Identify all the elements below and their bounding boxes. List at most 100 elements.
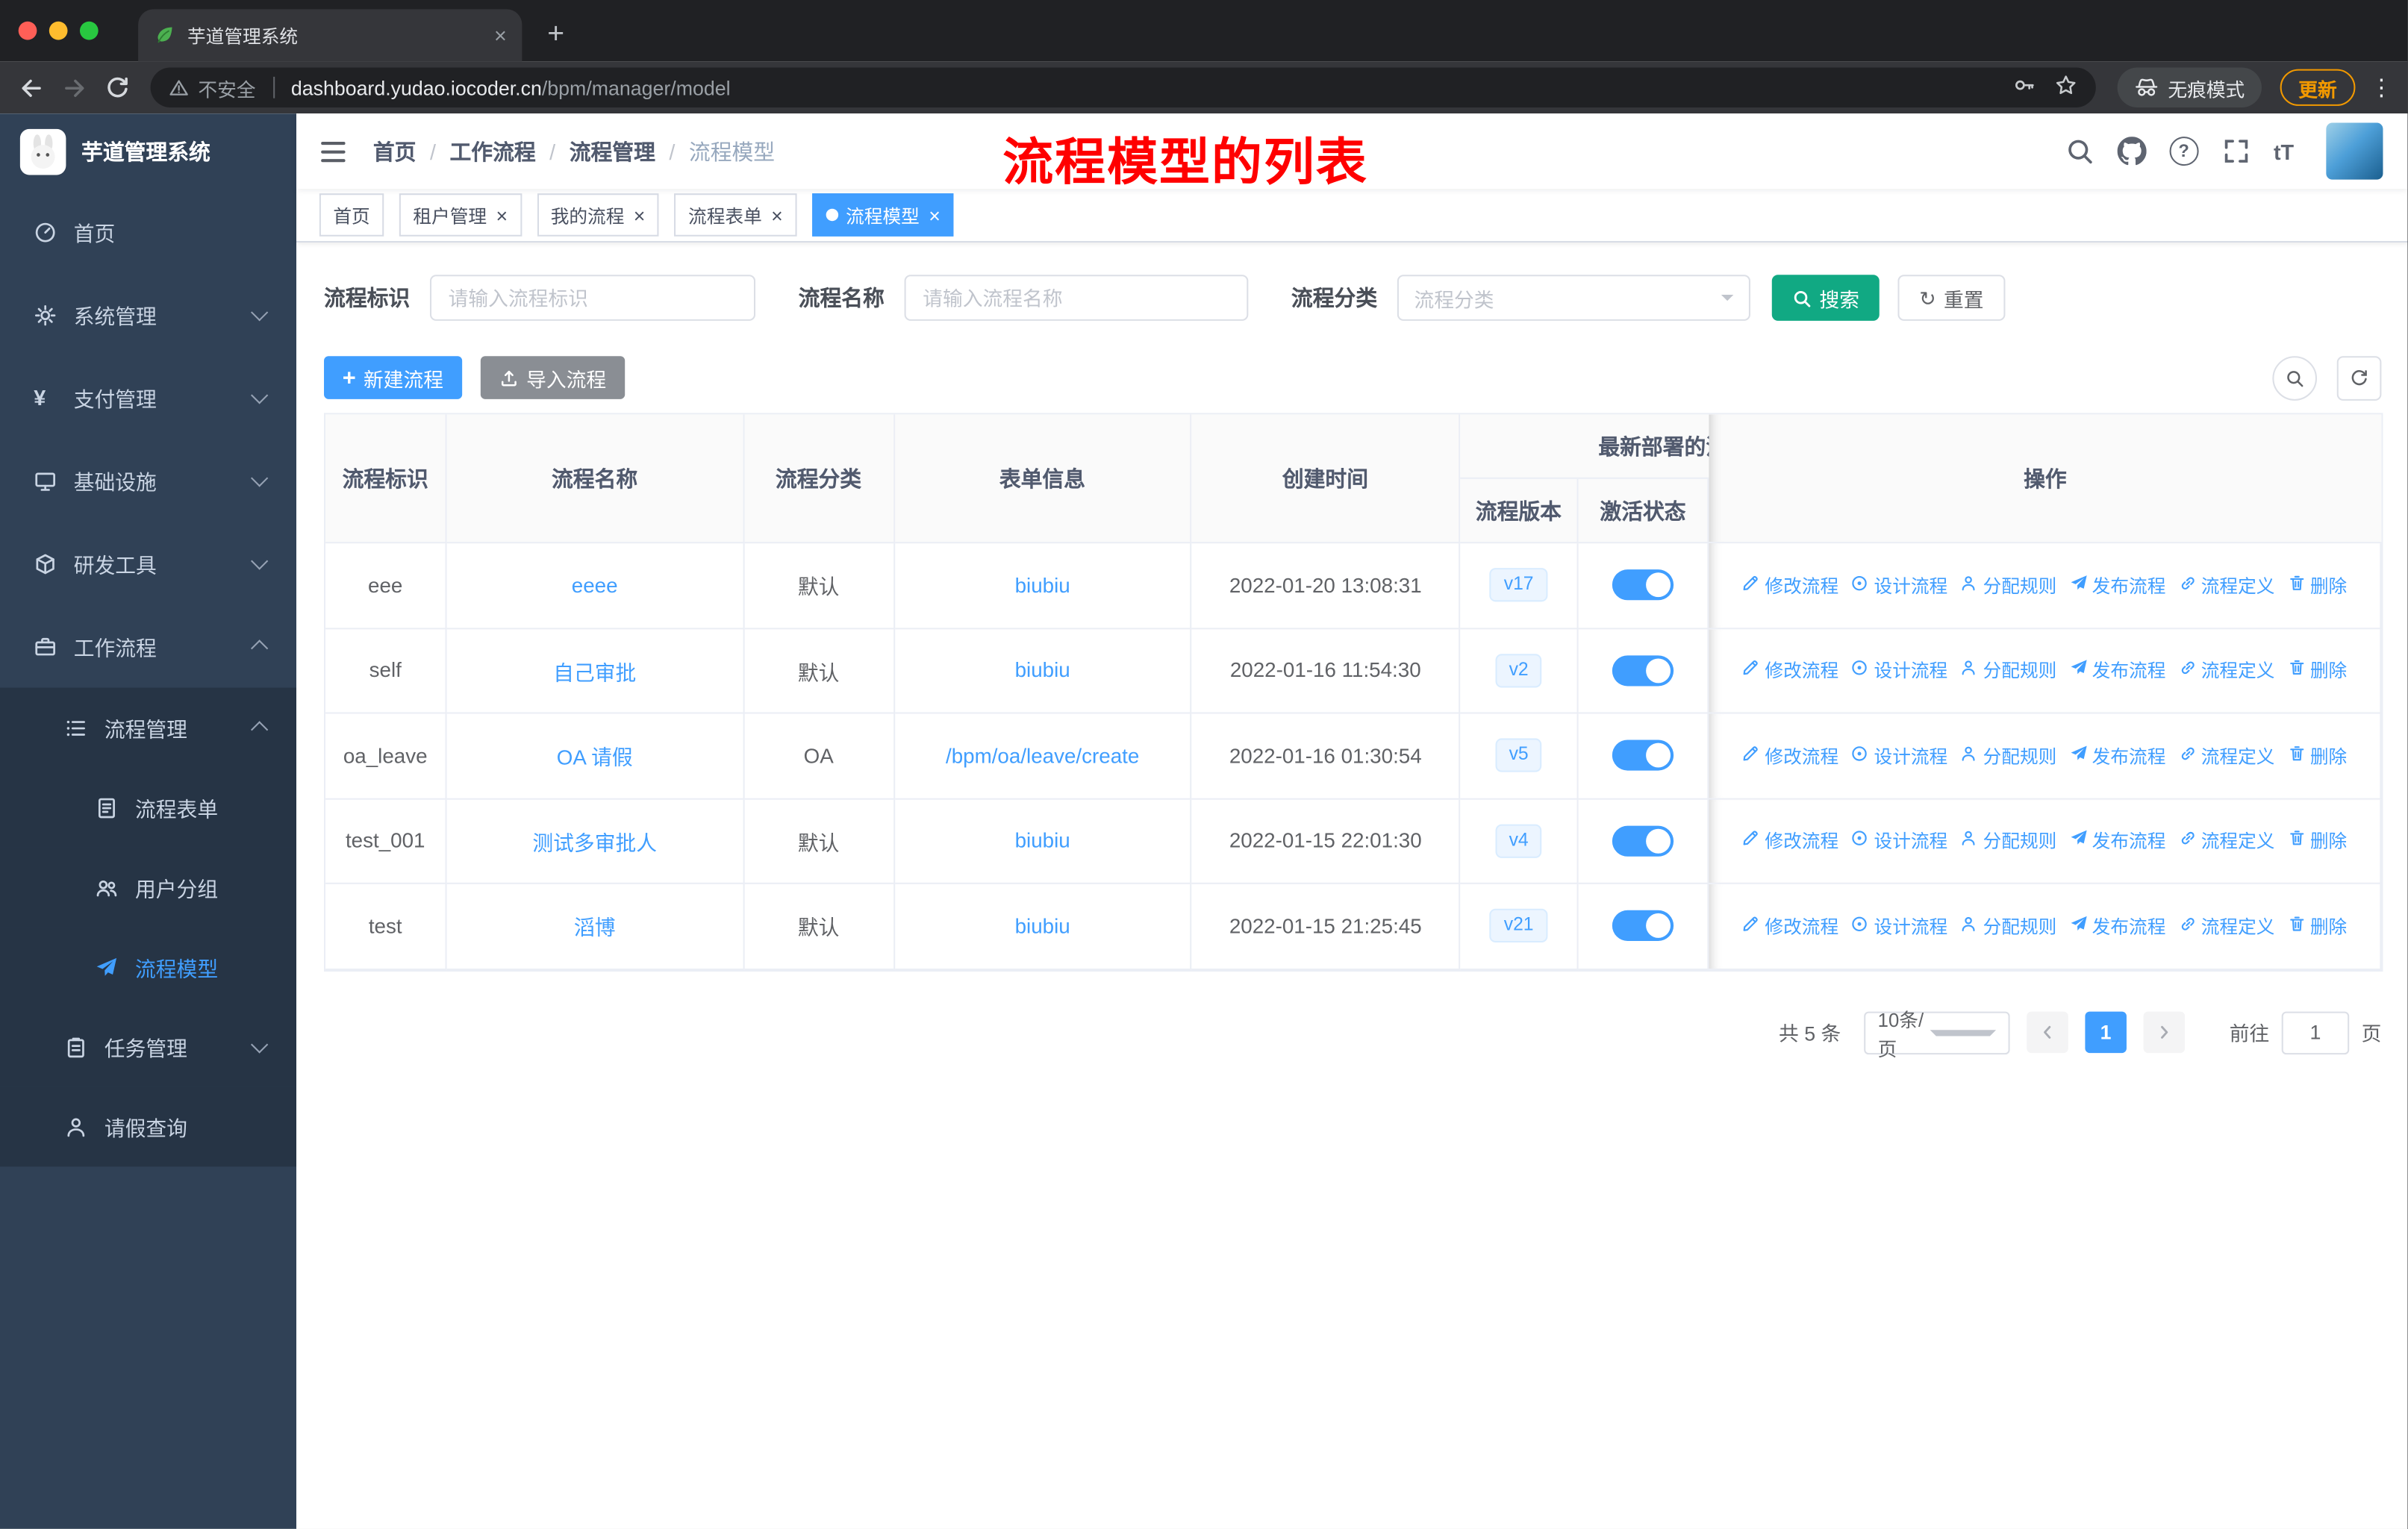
bookmark-star-icon[interactable]	[2054, 74, 2077, 101]
reload-icon[interactable]	[99, 69, 135, 106]
font-size-icon[interactable]: tT	[2274, 139, 2294, 163]
process-name-link[interactable]: OA 请假	[557, 740, 633, 771]
create-process-button[interactable]: + 新建流程	[324, 356, 462, 399]
action-design[interactable]: 设计流程	[1851, 657, 1947, 684]
sidebar-item-system[interactable]: 系统管理	[0, 273, 296, 356]
sidebar-item-process-model[interactable]: 流程模型	[0, 927, 297, 1007]
action-edit[interactable]: 修改流程	[1742, 742, 1838, 769]
search-button[interactable]: 搜索	[1771, 275, 1880, 321]
forward-icon[interactable]	[55, 69, 92, 106]
goto-page-input[interactable]	[2281, 1010, 2350, 1054]
active-toggle[interactable]	[1612, 654, 1674, 686]
breadcrumb-item[interactable]: 流程管理	[570, 136, 655, 166]
process-name-link[interactable]: 自己审批	[553, 655, 636, 686]
fullscreen-icon[interactable]	[2221, 137, 2251, 166]
action-edit[interactable]: 修改流程	[1742, 572, 1838, 598]
search-icon[interactable]	[2065, 137, 2094, 166]
back-icon[interactable]	[12, 69, 49, 106]
toggle-search-icon[interactable]	[2272, 355, 2318, 400]
address-bar[interactable]: 不安全 dashboard.yudao.iocoder.cn/bpm/manag…	[150, 67, 2096, 107]
close-icon[interactable]: ×	[496, 205, 508, 225]
action-design[interactable]: 设计流程	[1851, 828, 1947, 854]
action-assign[interactable]: 分配规则	[1960, 828, 2056, 854]
active-toggle[interactable]	[1612, 569, 1674, 601]
hamburger-icon[interactable]	[318, 136, 349, 166]
close-icon[interactable]: ×	[634, 205, 646, 225]
browser-tab[interactable]: 芋道管理系统 ×	[138, 9, 523, 62]
action-definition[interactable]: 流程定义	[2178, 572, 2275, 598]
form-info-link[interactable]: biubiu	[1015, 659, 1070, 682]
prev-page-button[interactable]	[2027, 1011, 2068, 1054]
app-logo[interactable]: 芋道管理系统	[0, 113, 296, 190]
action-delete[interactable]: 删除	[2287, 828, 2347, 854]
sidebar-item-workflow[interactable]: 工作流程	[0, 604, 296, 687]
sidebar-item-infra[interactable]: 基础设施	[0, 439, 296, 522]
action-design[interactable]: 设计流程	[1851, 913, 1947, 939]
refresh-table-icon[interactable]	[2336, 355, 2382, 400]
sidebar-item-process-manage[interactable]: 流程管理	[0, 687, 297, 768]
action-design[interactable]: 设计流程	[1851, 742, 1947, 769]
close-icon[interactable]: ×	[929, 205, 941, 225]
active-toggle[interactable]	[1612, 910, 1674, 942]
tags-view-tab-1[interactable]: 租户管理 ×	[399, 193, 522, 237]
reset-button[interactable]: ↻ 重置	[1897, 275, 2006, 321]
page-size-select[interactable]: 10条/页	[1864, 1009, 2010, 1060]
update-button[interactable]: 更新	[2280, 69, 2356, 106]
action-publish[interactable]: 发布流程	[2069, 742, 2165, 769]
next-page-button[interactable]	[2143, 1011, 2186, 1054]
new-tab-button[interactable]: +	[534, 14, 578, 57]
tab-close-icon[interactable]: ×	[494, 25, 507, 46]
action-delete[interactable]: 删除	[2287, 572, 2347, 598]
active-toggle[interactable]	[1612, 825, 1674, 857]
tags-view-tab-3[interactable]: 流程表单 ×	[674, 193, 797, 237]
action-definition[interactable]: 流程定义	[2178, 913, 2275, 939]
close-window-icon[interactable]	[18, 21, 37, 40]
action-edit[interactable]: 修改流程	[1742, 828, 1838, 854]
tags-view-tab-0[interactable]: 首页	[319, 193, 384, 237]
sidebar-item-payment[interactable]: ¥ 支付管理	[0, 356, 296, 439]
category-select[interactable]: 流程分类	[1397, 275, 1750, 321]
sidebar-item-devtools[interactable]: 研发工具	[0, 522, 296, 604]
sidebar-item-task-manage[interactable]: 任务管理	[0, 1007, 297, 1087]
process-name-link[interactable]: 测试多审批人	[532, 825, 657, 856]
action-publish[interactable]: 发布流程	[2069, 828, 2165, 854]
process-name-input[interactable]	[904, 275, 1249, 321]
minimize-window-icon[interactable]	[49, 21, 68, 40]
import-process-button[interactable]: 导入流程	[480, 356, 625, 399]
action-delete[interactable]: 删除	[2287, 913, 2347, 939]
action-delete[interactable]: 删除	[2287, 742, 2347, 769]
action-definition[interactable]: 流程定义	[2178, 742, 2275, 769]
action-publish[interactable]: 发布流程	[2069, 572, 2165, 598]
process-key-input[interactable]	[429, 275, 756, 321]
action-assign[interactable]: 分配规则	[1960, 657, 2056, 684]
action-assign[interactable]: 分配规则	[1960, 913, 2056, 939]
url-text[interactable]: dashboard.yudao.iocoder.cn/bpm/manager/m…	[291, 76, 731, 99]
user-avatar[interactable]	[2326, 122, 2383, 180]
form-info-link[interactable]: biubiu	[1015, 829, 1070, 852]
action-publish[interactable]: 发布流程	[2069, 913, 2165, 939]
zoom-window-icon[interactable]	[79, 21, 99, 40]
current-page-button[interactable]: 1	[2085, 1011, 2127, 1054]
breadcrumb-item[interactable]: 首页	[373, 136, 417, 166]
action-assign[interactable]: 分配规则	[1960, 742, 2056, 769]
browser-menu-icon[interactable]: ⋮	[2368, 74, 2395, 101]
sidebar-item-user-group[interactable]: 用户分组	[0, 847, 297, 928]
form-info-link[interactable]: /bpm/oa/leave/create	[946, 744, 1139, 767]
action-definition[interactable]: 流程定义	[2178, 657, 2275, 684]
process-name-link[interactable]: 滔博	[574, 910, 616, 941]
action-assign[interactable]: 分配规则	[1960, 572, 2056, 598]
security-label[interactable]: 不安全	[198, 73, 255, 102]
close-icon[interactable]: ×	[771, 205, 783, 225]
action-publish[interactable]: 发布流程	[2069, 657, 2165, 684]
sidebar-item-home[interactable]: 首页	[0, 190, 296, 273]
action-delete[interactable]: 删除	[2287, 657, 2347, 684]
action-design[interactable]: 设计流程	[1851, 572, 1947, 598]
form-info-link[interactable]: biubiu	[1015, 574, 1070, 597]
sidebar-item-leave-query[interactable]: 请假查询	[0, 1086, 297, 1167]
form-info-link[interactable]: biubiu	[1015, 914, 1070, 937]
sidebar-item-process-form[interactable]: 流程表单	[0, 767, 297, 848]
process-name-link[interactable]: eeee	[572, 574, 618, 597]
help-icon[interactable]: ?	[2169, 137, 2199, 166]
breadcrumb-item[interactable]: 工作流程	[449, 136, 535, 166]
tags-view-tab-2[interactable]: 我的流程 ×	[537, 193, 659, 237]
